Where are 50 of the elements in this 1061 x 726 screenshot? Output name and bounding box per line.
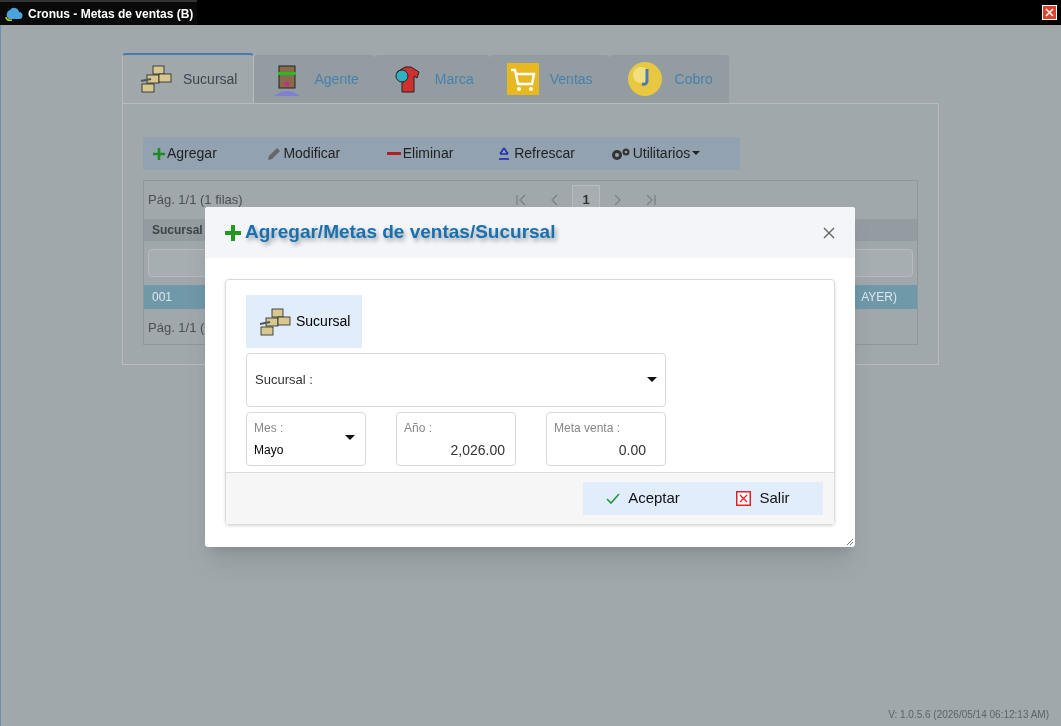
sales-goal-field[interactable]: Meta venta : 0.00 — [546, 412, 666, 466]
dialog-title: Agregar/Metas de ventas/Sucursal — [245, 220, 556, 245]
toolbar-button[interactable]: Utilitarios — [610, 143, 730, 164]
tab[interactable]: Sucursal — [122, 53, 255, 103]
section-tab[interactable]: Sucursal — [246, 295, 363, 348]
next-page-icon[interactable] — [614, 194, 622, 206]
minus-icon — [386, 151, 401, 156]
table-cell-text: AYER) — [861, 289, 897, 306]
cloud-logo-icon — [4, 6, 24, 21]
close-button[interactable] — [1042, 5, 1057, 20]
field-label: Meta venta : — [554, 420, 622, 437]
gears-icon — [610, 146, 631, 161]
year-field[interactable]: Año : 2,026.00 — [396, 412, 516, 466]
check-icon — [606, 492, 621, 505]
table-cell-text: 001 — [152, 289, 173, 306]
pencil-icon — [267, 146, 282, 161]
field-label: Mes : — [254, 420, 285, 437]
sucursal-dropdown[interactable]: Sucursal : — [246, 353, 666, 407]
month-dropdown[interactable]: Mes : Mayo — [246, 412, 366, 466]
exit-button[interactable]: Salir — [703, 482, 823, 515]
window-title: Cronus - Metas de ventas (B) — [28, 5, 194, 23]
toolbar-button[interactable]: Refrescar — [496, 143, 611, 164]
close-box-icon — [736, 491, 752, 506]
caret-icon — [692, 151, 701, 156]
field-label: Año : — [404, 420, 434, 437]
close-icon — [823, 226, 835, 239]
resize-grip-icon[interactable] — [846, 538, 854, 546]
toolbar-button[interactable]: Agregar — [153, 143, 268, 164]
field-value: 2,026.00 — [449, 441, 506, 460]
last-page-icon[interactable] — [644, 194, 656, 206]
pager-text: Pág. 1/1 (1 filas) — [148, 191, 244, 210]
first-page-icon[interactable] — [516, 194, 528, 206]
pager-text: Pág. 1/1 ( — [148, 319, 205, 338]
bricks-icon — [139, 63, 173, 95]
plus-icon — [223, 222, 243, 243]
bricks-icon — [258, 305, 292, 338]
accept-button[interactable]: Aceptar — [583, 482, 703, 515]
field-value: Mayo — [254, 442, 285, 459]
column-header: Sucursal — [152, 222, 203, 239]
caret-icon — [647, 377, 657, 383]
cart-icon — [505, 62, 540, 96]
field-label: Sucursal : — [255, 371, 313, 390]
toolbar-button[interactable]: Eliminar — [386, 143, 497, 164]
previous-page-icon[interactable] — [550, 194, 558, 206]
caret-icon — [345, 435, 355, 441]
toolbar-button[interactable]: Modificar — [267, 143, 387, 164]
version-text: V: 1.0.5.6 (2026/05/14 06:12:13 AM) — [888, 708, 1049, 722]
field-value: 0.00 — [617, 441, 647, 460]
close-icon — [1045, 8, 1054, 17]
plus-icon — [153, 147, 165, 160]
